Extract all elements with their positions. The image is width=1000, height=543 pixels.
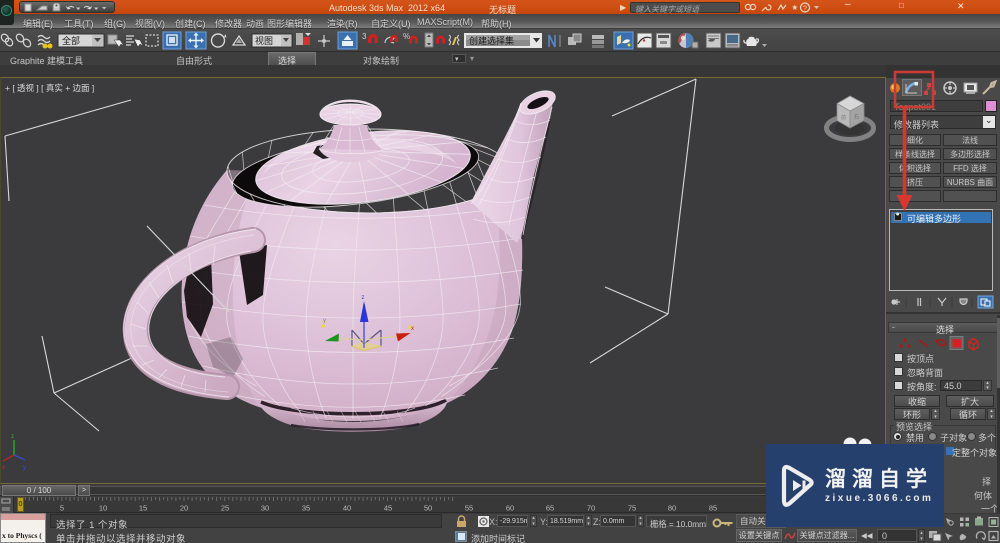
svg-text:75: 75 bbox=[628, 504, 636, 513]
svg-text:全部: 全部 bbox=[62, 35, 80, 46]
svg-text:80: 80 bbox=[668, 504, 676, 513]
svg-text:40: 40 bbox=[343, 504, 351, 513]
svg-text:3: 3 bbox=[362, 32, 367, 41]
svg-text:70: 70 bbox=[587, 504, 595, 513]
svg-text:20: 20 bbox=[180, 504, 188, 513]
svg-text:视图: 视图 bbox=[255, 35, 273, 46]
svg-text:z: z bbox=[11, 434, 14, 440]
svg-text:创建选择集: 创建选择集 bbox=[469, 35, 514, 46]
svg-text:85: 85 bbox=[709, 504, 717, 513]
svg-text:z: z bbox=[362, 295, 365, 301]
svg-text:55: 55 bbox=[465, 504, 473, 513]
svg-text:35: 35 bbox=[302, 504, 310, 513]
svg-text:y: y bbox=[23, 465, 26, 471]
svg-text:前: 前 bbox=[841, 114, 846, 121]
svg-text:?: ? bbox=[803, 6, 807, 13]
svg-text:x: x bbox=[2, 465, 5, 471]
svg-text:10: 10 bbox=[99, 504, 107, 513]
svg-text:25: 25 bbox=[221, 504, 229, 513]
svg-text:65: 65 bbox=[546, 504, 554, 513]
svg-text:x: x bbox=[411, 326, 414, 332]
svg-text:y: y bbox=[323, 318, 326, 324]
svg-text:5: 5 bbox=[60, 504, 64, 513]
svg-text:右: 右 bbox=[854, 113, 859, 120]
svg-text:45: 45 bbox=[384, 504, 392, 513]
svg-text:50: 50 bbox=[424, 504, 432, 513]
svg-text:60: 60 bbox=[506, 504, 514, 513]
svg-text:30: 30 bbox=[261, 504, 269, 513]
svg-text:15: 15 bbox=[139, 504, 147, 513]
